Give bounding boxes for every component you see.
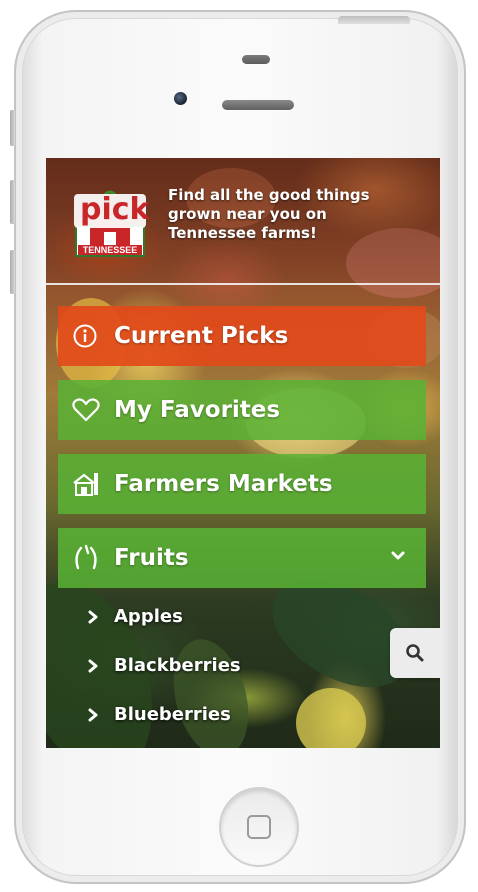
app-tagline: Find all the good things grown near you … bbox=[168, 186, 370, 242]
pick-tennessee-logo: TENNESSEE pick bbox=[74, 188, 150, 258]
submenu-item-blueberries[interactable]: Blueberries bbox=[88, 704, 231, 725]
home-button[interactable] bbox=[219, 787, 299, 867]
volume-up-button bbox=[10, 180, 15, 224]
app-screen: TENNESSEE pick Find all the good things … bbox=[46, 158, 440, 748]
submenu-label: Blackberries bbox=[114, 655, 241, 676]
menu-my-favorites[interactable]: My Favorites bbox=[58, 380, 426, 440]
menu-label: My Favorites bbox=[114, 397, 281, 423]
mute-switch bbox=[10, 110, 15, 146]
front-camera bbox=[174, 92, 187, 105]
search-icon bbox=[406, 644, 424, 662]
search-button[interactable] bbox=[390, 628, 440, 678]
chevron-right-icon bbox=[88, 659, 102, 673]
power-button bbox=[338, 16, 410, 24]
info-icon bbox=[72, 321, 106, 351]
fruit-icon bbox=[72, 543, 106, 573]
heart-icon bbox=[72, 395, 106, 425]
submenu-item-apples[interactable]: Apples bbox=[88, 606, 183, 627]
menu-farmers-markets[interactable]: Farmers Markets bbox=[58, 454, 426, 514]
submenu-label: Blueberries bbox=[114, 704, 231, 725]
menu-fruits[interactable]: Fruits bbox=[58, 528, 426, 588]
market-icon bbox=[72, 469, 106, 499]
menu-label: Farmers Markets bbox=[114, 471, 333, 497]
chevron-down-icon[interactable] bbox=[390, 548, 406, 564]
menu-label: Fruits bbox=[114, 545, 189, 571]
logo-subtext: TENNESSEE bbox=[83, 245, 138, 255]
app-header: TENNESSEE pick Find all the good things … bbox=[46, 158, 440, 285]
submenu-label: Apples bbox=[114, 606, 183, 627]
earpiece-speaker bbox=[222, 100, 294, 110]
chevron-right-icon bbox=[88, 708, 102, 722]
menu-label: Current Picks bbox=[114, 323, 289, 349]
volume-down-button bbox=[10, 250, 15, 294]
chevron-right-icon bbox=[88, 610, 102, 624]
home-square-icon bbox=[247, 815, 271, 839]
proximity-sensor bbox=[242, 55, 270, 64]
logo-text: pick bbox=[80, 192, 150, 227]
menu-current-picks[interactable]: Current Picks bbox=[58, 306, 426, 366]
submenu-item-blackberries[interactable]: Blackberries bbox=[88, 655, 241, 676]
